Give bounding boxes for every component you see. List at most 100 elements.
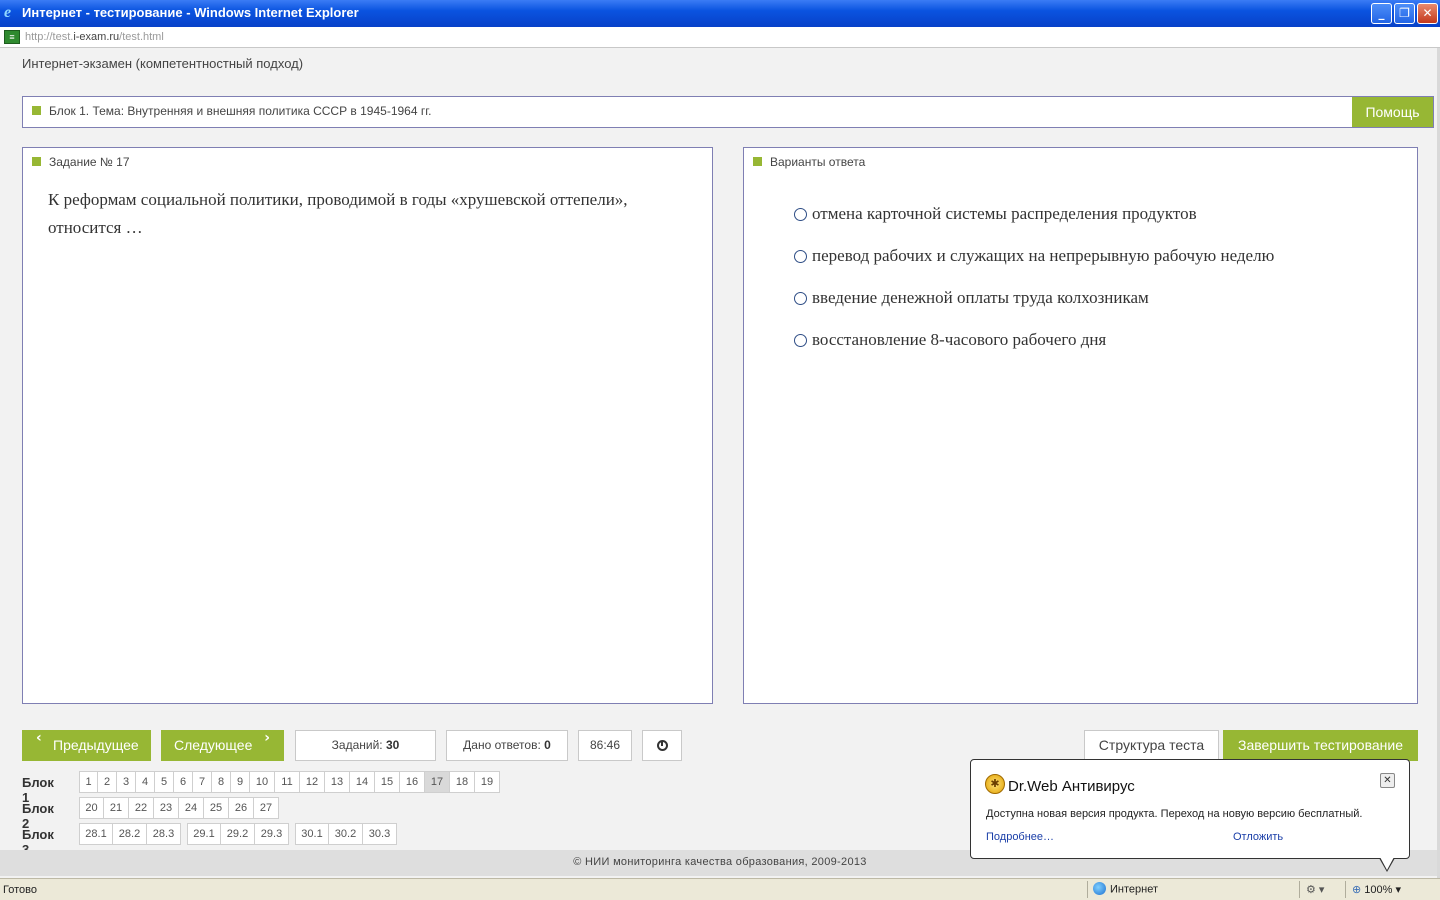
url-suffix: /test.html [119, 31, 164, 43]
timer-display: 86:46 [578, 730, 632, 761]
task-title: Задание № 17 [49, 155, 130, 169]
tasks-count-box: Заданий: 30 [295, 730, 436, 761]
drweb-notification: ✱ Dr.Web Антивирус ✕ Доступна новая верс… [970, 759, 1410, 859]
question-nav-cell[interactable]: 10 [250, 771, 275, 793]
question-nav-cell[interactable]: 22 [129, 797, 154, 819]
question-nav-cell[interactable]: 19 [475, 771, 500, 793]
bullet-square-icon [32, 106, 41, 115]
question-nav-cell[interactable]: 7 [193, 771, 212, 793]
question-nav-cell[interactable]: 8 [212, 771, 231, 793]
question-nav-cell[interactable]: 9 [231, 771, 250, 793]
answer-option[interactable]: перевод рабочих и служащих на непрерывну… [794, 246, 1274, 288]
question-nav-cell[interactable]: 4 [136, 771, 155, 793]
status-text: Готово [3, 884, 37, 896]
question-nav-cell[interactable]: 15 [375, 771, 400, 793]
answers-title: Варианты ответа [770, 155, 866, 169]
zoom-control[interactable]: ⊕ 100% ▾ [1352, 883, 1401, 896]
globe-icon [1093, 882, 1106, 895]
previous-button[interactable]: ‹ Предыдущее [22, 730, 151, 761]
restore-button[interactable]: ❐ [1394, 3, 1415, 24]
question-nav-cell[interactable]: 26 [229, 797, 254, 819]
radio-button[interactable] [794, 291, 807, 305]
answered-label: Дано ответов: [463, 738, 541, 752]
question-nav-cell[interactable]: 18 [450, 771, 475, 793]
next-label: Следующее [174, 737, 253, 753]
url-text[interactable]: http://test.i-exam.ru/test.html [25, 31, 164, 43]
question-nav-cell[interactable]: 29.3 [255, 823, 289, 845]
question-nav-cell[interactable]: 28.3 [147, 823, 181, 845]
answer-option-label: введение денежной оплаты труда колхозник… [812, 288, 1149, 307]
drweb-more-link[interactable]: Подробнее… [986, 831, 1054, 843]
url-domain: i-exam.ru [73, 31, 120, 43]
block3-cells: 28.1 28.2 28.3 29.1 29.2 29.3 30.1 30.2 30.3 [79, 823, 397, 845]
radio-button[interactable] [794, 249, 807, 263]
tasks-count: 30 [385, 738, 400, 752]
question-nav-cell[interactable]: 5 [155, 771, 174, 793]
answered-count: 0 [544, 738, 551, 752]
help-button[interactable]: Помощь [1352, 97, 1433, 127]
question-nav-cell[interactable]: 29.1 [187, 823, 221, 845]
question-nav-cell[interactable]: 30.3 [363, 823, 397, 845]
bullet-square-icon [32, 157, 41, 166]
question-nav-cell[interactable]: 14 [350, 771, 375, 793]
question-nav-cell[interactable]: 30.1 [295, 823, 329, 845]
chevron-right-icon: › [264, 730, 270, 746]
question-nav-cell[interactable]: 21 [104, 797, 129, 819]
page-content: Интернет-экзамен (компетентностный подхо… [0, 48, 1440, 878]
question-nav-cell[interactable]: 1 [79, 771, 98, 793]
question-nav-cell[interactable]: 29.2 [221, 823, 255, 845]
exam-title: Интернет-экзамен (компетентностный подхо… [22, 56, 304, 71]
block2-cells: 20 21 22 23 24 25 26 27 [79, 797, 279, 819]
status-separator [1345, 881, 1346, 898]
question-nav-cell[interactable]: 13 [325, 771, 350, 793]
protected-mode-icon[interactable]: ⚙ ▾ [1306, 883, 1324, 896]
bullet-square-icon [753, 157, 762, 166]
test-structure-button[interactable]: Структура теста [1084, 730, 1219, 761]
drweb-later-link[interactable]: Отложить [1233, 831, 1283, 843]
answer-option-label: перевод рабочих и служащих на непрерывну… [812, 246, 1275, 265]
question-nav-cell[interactable]: 30.2 [329, 823, 363, 845]
question-nav-cell[interactable]: 6 [174, 771, 193, 793]
close-icon[interactable]: ✕ [1380, 773, 1395, 788]
zone-label: Интернет [1110, 883, 1158, 896]
question-nav-cell[interactable]: 28.2 [113, 823, 147, 845]
answers-panel: Варианты ответа отмена карточной системы… [743, 147, 1418, 704]
question-nav-cell[interactable]: 27 [254, 797, 279, 819]
previous-label: Предыдущее [53, 737, 139, 753]
zoom-level: 100% [1364, 884, 1393, 896]
question-nav-cell[interactable]: 3 [117, 771, 136, 793]
question-nav-cell[interactable]: 23 [154, 797, 179, 819]
chevron-left-icon: ‹ [36, 730, 42, 746]
answer-option[interactable]: введение денежной оплаты труда колхозник… [794, 288, 1274, 330]
address-bar: ≡ http://test.i-exam.ru/test.html [0, 27, 1440, 48]
notification-tail [1379, 857, 1395, 872]
question-nav-cell[interactable]: 25 [204, 797, 229, 819]
security-zone[interactable]: Интернет [1093, 882, 1158, 896]
favicon-icon: ≡ [4, 30, 20, 44]
close-icon: ✕ [1422, 6, 1433, 20]
question-nav-cell[interactable]: 20 [79, 797, 104, 819]
question-nav-cell[interactable]: 24 [179, 797, 204, 819]
question-nav-cell[interactable]: 11 [275, 771, 300, 793]
question-nav-cell[interactable]: 2 [98, 771, 117, 793]
finish-test-button[interactable]: Завершить тестирование [1223, 730, 1418, 761]
answer-option[interactable]: восстановление 8-часового рабочего дня [794, 330, 1274, 372]
question-nav-cell[interactable]: 12 [300, 771, 325, 793]
next-button[interactable]: Следующее › [161, 730, 284, 761]
restore-icon: ❐ [1399, 6, 1410, 20]
drweb-message: Доступна новая версия продукта. Переход … [986, 808, 1363, 820]
timer-toggle-button[interactable] [642, 730, 682, 761]
close-button[interactable]: ✕ [1417, 3, 1438, 24]
radio-button[interactable] [794, 333, 807, 347]
question-nav-cell[interactable]: 28.1 [79, 823, 113, 845]
question-nav-cell[interactable]: 17 [425, 771, 450, 793]
window-titlebar: e Интернет - тестирование - Windows Inte… [0, 0, 1440, 27]
answer-option[interactable]: отмена карточной системы распределения п… [794, 204, 1274, 246]
minimize-icon: _ [1378, 6, 1385, 20]
radio-button[interactable] [794, 207, 807, 221]
minimize-button[interactable]: _ [1371, 3, 1392, 24]
question-nav-cell[interactable]: 16 [400, 771, 425, 793]
magnifier-icon: ⊕ [1352, 884, 1362, 896]
question-text: К реформам социальной политики, проводим… [48, 190, 628, 237]
block-topic-bar: Блок 1. Тема: Внутренняя и внешняя полит… [22, 96, 1434, 128]
